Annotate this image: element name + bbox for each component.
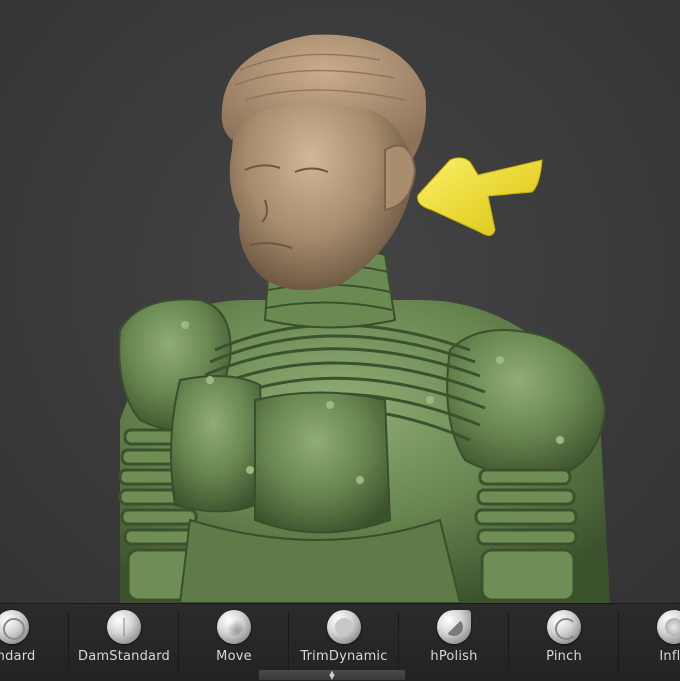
brush-pinch[interactable]: Pinch bbox=[509, 608, 619, 670]
shelf-handle[interactable]: ▲ ▼ bbox=[259, 669, 405, 681]
brush-label: Move bbox=[216, 649, 252, 664]
brush-trimdynamic[interactable]: TrimDynamic bbox=[289, 608, 399, 670]
sculpt-model[interactable] bbox=[0, 0, 680, 603]
brush-label: hPolish bbox=[430, 649, 478, 664]
expand-collapse-icon: ▲ ▼ bbox=[329, 669, 335, 681]
brush-label: DamStandard bbox=[78, 649, 170, 664]
brush-label: TrimDynamic bbox=[300, 649, 388, 664]
brush-hpolish[interactable]: hPolish bbox=[399, 608, 509, 670]
brush-label: andard bbox=[0, 649, 36, 664]
right-arm bbox=[474, 468, 578, 602]
pinch-brush-icon bbox=[547, 610, 581, 644]
brush-label: Infla bbox=[659, 649, 680, 664]
left-chest-plate bbox=[170, 375, 267, 513]
standard-brush-icon bbox=[0, 610, 29, 644]
brush-move[interactable]: Move bbox=[179, 608, 289, 670]
trimdynamic-brush-icon bbox=[327, 610, 361, 644]
hpolish-brush-icon bbox=[437, 610, 471, 644]
inflate-brush-icon bbox=[657, 610, 680, 644]
brush-standard[interactable]: andard bbox=[0, 608, 67, 670]
brush-inflate[interactable]: Infla bbox=[619, 608, 680, 670]
arrow-pointer-icon bbox=[417, 157, 543, 236]
brush-label: Pinch bbox=[546, 649, 582, 664]
move-brush-icon bbox=[217, 610, 251, 644]
3d-viewport[interactable] bbox=[0, 0, 680, 603]
damstandard-brush-icon bbox=[107, 610, 141, 644]
brush-damstandard[interactable]: DamStandard bbox=[69, 608, 179, 670]
center-chest-plate bbox=[254, 391, 392, 534]
